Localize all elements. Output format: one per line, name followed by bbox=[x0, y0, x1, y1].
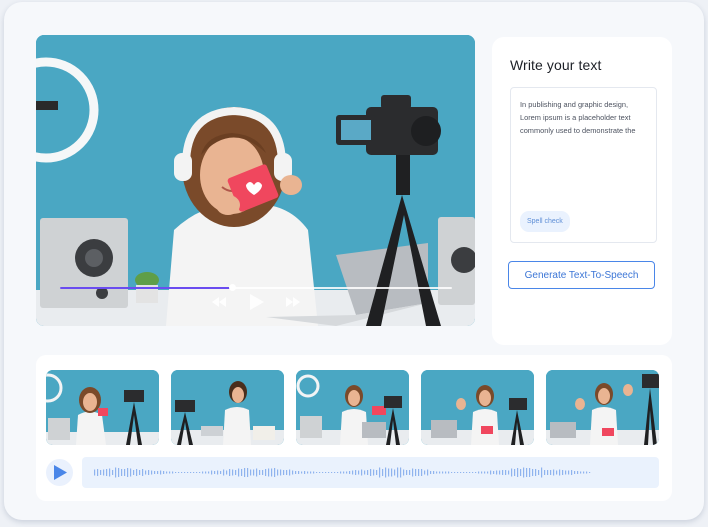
video-preview[interactable] bbox=[36, 35, 475, 326]
progress-fill bbox=[60, 287, 233, 289]
thumbnail-2-image bbox=[171, 370, 284, 445]
app-card: Write your text In publishing and graphi… bbox=[4, 2, 704, 520]
fast-forward-icon[interactable] bbox=[286, 297, 300, 307]
generate-tts-button[interactable]: Generate Text-To-Speech bbox=[508, 261, 655, 289]
panel-title: Write your text bbox=[510, 57, 602, 73]
video-frame-image bbox=[36, 35, 475, 326]
progress-track[interactable] bbox=[60, 284, 452, 291]
thumbnail-1[interactable] bbox=[46, 370, 159, 445]
rewind-icon[interactable] bbox=[212, 297, 226, 307]
play-icon bbox=[54, 465, 67, 480]
thumbnail-4[interactable] bbox=[421, 370, 534, 445]
text-input-value: In publishing and graphic design, Lorem … bbox=[520, 100, 636, 135]
thumbnail-4-image bbox=[421, 370, 534, 445]
thumbnail-5[interactable] bbox=[546, 370, 659, 445]
play-icon[interactable] bbox=[250, 294, 264, 310]
text-input[interactable]: In publishing and graphic design, Lorem … bbox=[510, 87, 657, 243]
audio-play-button[interactable] bbox=[46, 459, 73, 486]
waveform-icon bbox=[94, 467, 591, 478]
thumbnail-3[interactable] bbox=[296, 370, 409, 445]
thumbnail-1-image bbox=[46, 370, 159, 445]
timeline-panel bbox=[36, 355, 672, 501]
audio-waveform[interactable] bbox=[82, 457, 659, 488]
thumbnail-2[interactable] bbox=[171, 370, 284, 445]
text-panel: Write your text In publishing and graphi… bbox=[492, 37, 672, 345]
spell-check-button[interactable]: Spell check bbox=[520, 211, 570, 232]
thumbnail-5-image bbox=[546, 370, 659, 445]
thumbnail-3-image bbox=[296, 370, 409, 445]
